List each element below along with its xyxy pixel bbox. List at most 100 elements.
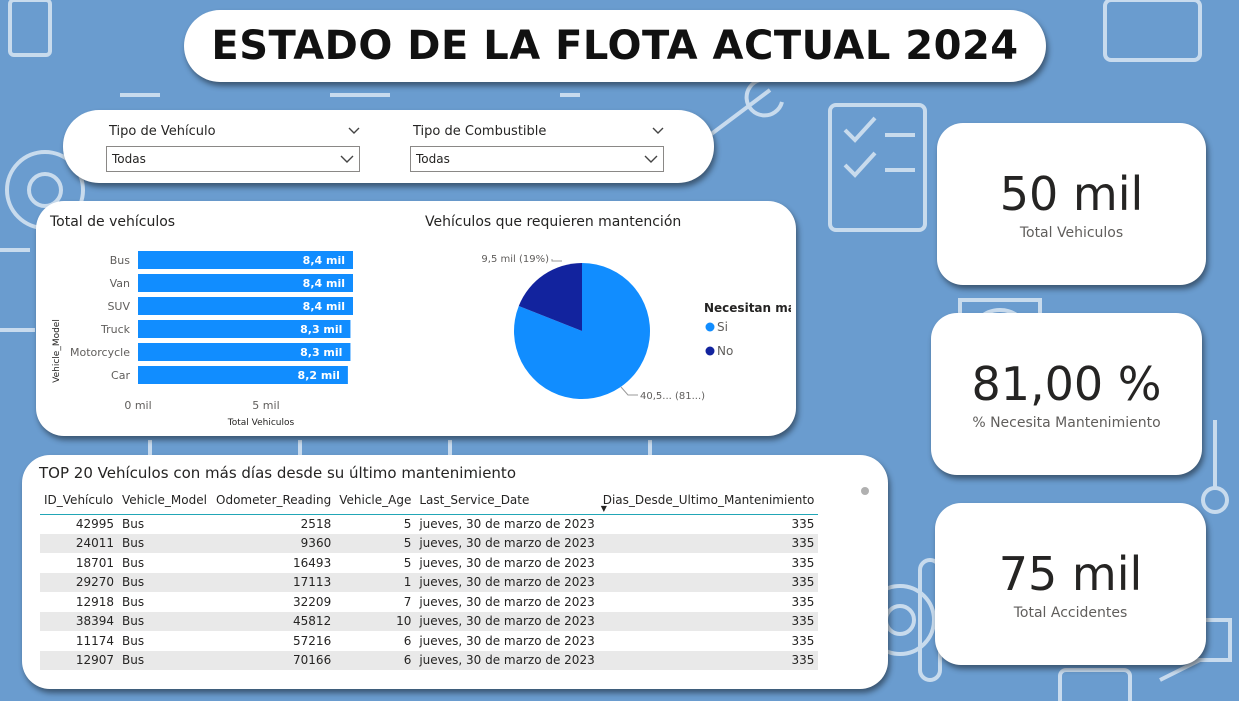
slicer-vehicle-type-label: Tipo de Vehículo [109, 124, 216, 139]
table-cell: 11174 [75, 633, 114, 648]
table-cell: 16493 [293, 555, 332, 570]
table-cell: 12907 [40, 650, 118, 670]
table-cell: 335 [791, 594, 815, 609]
kpi-value: 81,00 % [971, 357, 1162, 411]
category-label: Van [110, 277, 130, 290]
table-cell: 24011 [40, 533, 118, 553]
table-row[interactable]: 29270 Bus 17113 1 jueves, 30 de marzo de 202… [40, 572, 819, 592]
table-cell: jueves, 30 de marzo de 2023 [419, 555, 595, 570]
legend-item-label[interactable]: Si [717, 320, 728, 334]
sort-descending-icon: ▼ [600, 503, 607, 513]
pie-chart[interactable]: 9,5 mil (19%) 40,5... (81...) Necesitan ma… [416, 237, 791, 432]
category-label: Car [111, 369, 130, 382]
fuel-type-dropdown[interactable]: Todas [410, 146, 664, 172]
chevron-down-icon [644, 155, 658, 163]
report-title: ESTADO DE LA FLOTA ACTUAL 2024 [211, 23, 1019, 69]
leader-line [620, 386, 638, 396]
table-cell: 6 [335, 650, 416, 670]
table-row[interactable]: 12907 Bus 70166 6 jueves, 30 de marzo de 202… [40, 650, 819, 670]
kpi-total-accidents: 75 mil Total Accidentes [935, 503, 1206, 665]
column-header[interactable]: Last_Service_Date [415, 486, 599, 515]
legend-swatch [705, 322, 715, 332]
data-label: 8,3 mil [300, 323, 342, 336]
table-cell: 10 [335, 611, 416, 631]
table-cell: 335 [598, 533, 819, 553]
table-cell: 335 [598, 572, 819, 592]
table-cell: jueves, 30 de marzo de 2023 [415, 611, 599, 631]
bar-chart-title: Total de vehículos [50, 214, 176, 230]
table-cell: 45812 [212, 611, 336, 631]
slicer-vehicle-type: Tipo de Vehículo Todas [106, 122, 360, 172]
table-cell: Bus [118, 611, 212, 631]
kpi-label: Total Vehiculos [1019, 225, 1124, 241]
table-cell: Bus [118, 650, 212, 670]
column-header[interactable]: Vehicle_Model [118, 486, 212, 515]
table-cell: Bus [122, 517, 145, 531]
table-row[interactable]: 42995 Bus 2518 5 jueves, 30 de marzo de 2023… [40, 514, 818, 534]
table-cell: Bus [118, 533, 212, 553]
table-row[interactable]: 11174 Bus 57216 6 jueves, 30 de marzo de 202… [40, 631, 818, 651]
table-cell: 7 [403, 594, 412, 609]
legend-item-label[interactable]: No [717, 344, 733, 358]
charts-panel: Total de vehículos Vehicle_Model Bus 8,4 m… [36, 201, 796, 436]
table-cell: 335 [791, 517, 815, 531]
scrollbar-handle[interactable] [861, 487, 869, 495]
table-cell: 335 [598, 611, 819, 631]
kpi-value: 50 mil [999, 167, 1144, 221]
table-cell: 335 [791, 555, 815, 570]
table-cell: jueves, 30 de marzo de 2023 [419, 594, 595, 609]
vehicle-type-dropdown[interactable]: Todas [106, 146, 360, 172]
table-cell: jueves, 30 de marzo de 2023 [419, 517, 595, 531]
table-cell: 9360 [212, 533, 336, 553]
report-title-card: ESTADO DE LA FLOTA ACTUAL 2024 [184, 10, 1046, 82]
table-cell: Bus [122, 594, 145, 609]
kpi-label: Total Accidentes [1013, 605, 1128, 621]
top-vehicles-table: ID_Vehículo Vehicle_Model Odometer_Readi… [40, 486, 819, 670]
pie-data-label-si: 40,5... (81...) [640, 391, 705, 402]
table-cell: 12918 [75, 594, 114, 609]
table-cell: 70166 [212, 650, 336, 670]
table-header-row: ID_Vehículo Vehicle_Model Odometer_Readi… [40, 486, 819, 515]
category-label: Motorcycle [70, 346, 130, 359]
table-cell: 1 [335, 572, 416, 592]
table-cell: 6 [403, 633, 412, 648]
column-header[interactable]: ID_Vehículo [40, 486, 118, 515]
legend-title: Necesitan mante... [704, 301, 791, 315]
table-row[interactable]: 38394 Bus 45812 10 jueves, 30 de marzo de 20… [40, 611, 819, 631]
pie-data-label-no: 9,5 mil (19%) [481, 254, 549, 265]
table-cell: Bus [122, 555, 145, 570]
table-cell: 335 [598, 650, 819, 670]
vehicle-type-value: Todas [112, 152, 146, 166]
slicer-fuel-type-label: Tipo de Combustible [413, 124, 547, 139]
chevron-down-icon[interactable] [652, 126, 664, 136]
x-tick-label: 5 mil [252, 399, 279, 412]
table-row[interactable]: 12918 Bus 32209 7 jueves, 30 de marzo de 202… [40, 592, 818, 612]
table-cell: Bus [118, 572, 212, 592]
y-axis-title: Vehicle_Model [52, 319, 62, 383]
slicer-fuel-type: Tipo de Combustible Todas [410, 122, 664, 172]
column-header[interactable]: Vehicle_Age [335, 486, 416, 515]
column-header-label: Dias_Desde_Ultimo_Mantenimiento [602, 492, 815, 507]
table-cell: jueves, 30 de marzo de 2023 [415, 533, 599, 553]
column-header[interactable]: Odometer_Reading [212, 486, 336, 515]
data-label: 8,4 mil [303, 254, 345, 267]
chevron-down-icon[interactable] [348, 126, 360, 136]
pie-chart-title: Vehículos que requieren mantención [425, 214, 682, 230]
table-cell: 2518 [300, 517, 332, 531]
legend-swatch [705, 346, 715, 356]
data-label: 8,4 mil [303, 277, 345, 290]
table-row[interactable]: 18701 Bus 16493 5 jueves, 30 de marzo de 202… [40, 553, 818, 573]
table-cell: 17113 [212, 572, 336, 592]
filters-panel: Tipo de Vehículo Todas Tipo de Combustib… [63, 110, 714, 183]
table-cell: 18701 [75, 555, 114, 570]
table-cell: jueves, 30 de marzo de 2023 [415, 572, 599, 592]
table-cell: 5 [335, 533, 416, 553]
fuel-type-value: Todas [416, 152, 450, 166]
bar-chart[interactable]: Vehicle_Model Bus 8,4 mil Van 8,4 mil SUV 8,4 … [36, 237, 366, 432]
kpi-maintenance-percent: 81,00 % % Necesita Mantenimiento [931, 313, 1202, 475]
column-header-sorted[interactable]: Dias_Desde_Ultimo_Mantenimiento ▼ [598, 486, 819, 515]
kpi-value: 75 mil [998, 547, 1143, 601]
data-label: 8,4 mil [303, 300, 345, 313]
table-row[interactable]: 24011 Bus 9360 5 jueves, 30 de marzo de 2023… [40, 533, 819, 553]
table-cell: 42995 [75, 517, 114, 531]
